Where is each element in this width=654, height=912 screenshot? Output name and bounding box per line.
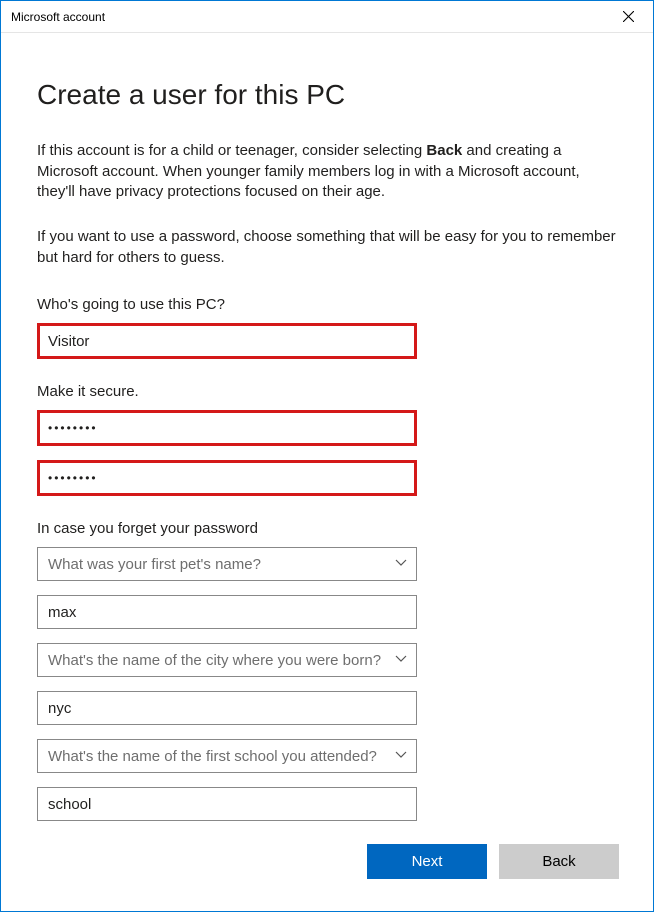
label-forget: In case you forget your password	[37, 520, 619, 537]
username-input[interactable]	[37, 323, 417, 359]
window-title: Microsoft account	[11, 10, 105, 24]
security-question-3[interactable]: What's the name of the first school you …	[37, 739, 417, 773]
security-answer-2-input[interactable]	[37, 691, 417, 725]
password-input[interactable]: ••••••••	[37, 410, 417, 446]
description-password: If you want to use a password, choose so…	[37, 227, 619, 268]
label-secure: Make it secure.	[37, 383, 619, 400]
next-button[interactable]: Next	[367, 844, 487, 879]
security-question-2-label: What's the name of the city where you we…	[37, 643, 417, 677]
back-button[interactable]: Back	[499, 844, 619, 879]
security-question-2[interactable]: What's the name of the city where you we…	[37, 643, 417, 677]
close-icon	[623, 11, 634, 22]
description-child: If this account is for a child or teenag…	[37, 141, 619, 203]
password-confirm-input[interactable]: ••••••••	[37, 460, 417, 496]
content-area: Create a user for this PC If this accoun…	[1, 33, 653, 821]
titlebar: Microsoft account	[1, 1, 653, 33]
label-who: Who's going to use this PC?	[37, 296, 619, 313]
page-title: Create a user for this PC	[37, 79, 619, 111]
security-answer-1-input[interactable]	[37, 595, 417, 629]
security-question-1-label: What was your first pet's name?	[37, 547, 417, 581]
close-button[interactable]	[615, 4, 641, 30]
security-question-3-label: What's the name of the first school you …	[37, 739, 417, 773]
footer-buttons: Next Back	[367, 844, 619, 879]
security-question-1[interactable]: What was your first pet's name?	[37, 547, 417, 581]
security-answer-3-input[interactable]	[37, 787, 417, 821]
